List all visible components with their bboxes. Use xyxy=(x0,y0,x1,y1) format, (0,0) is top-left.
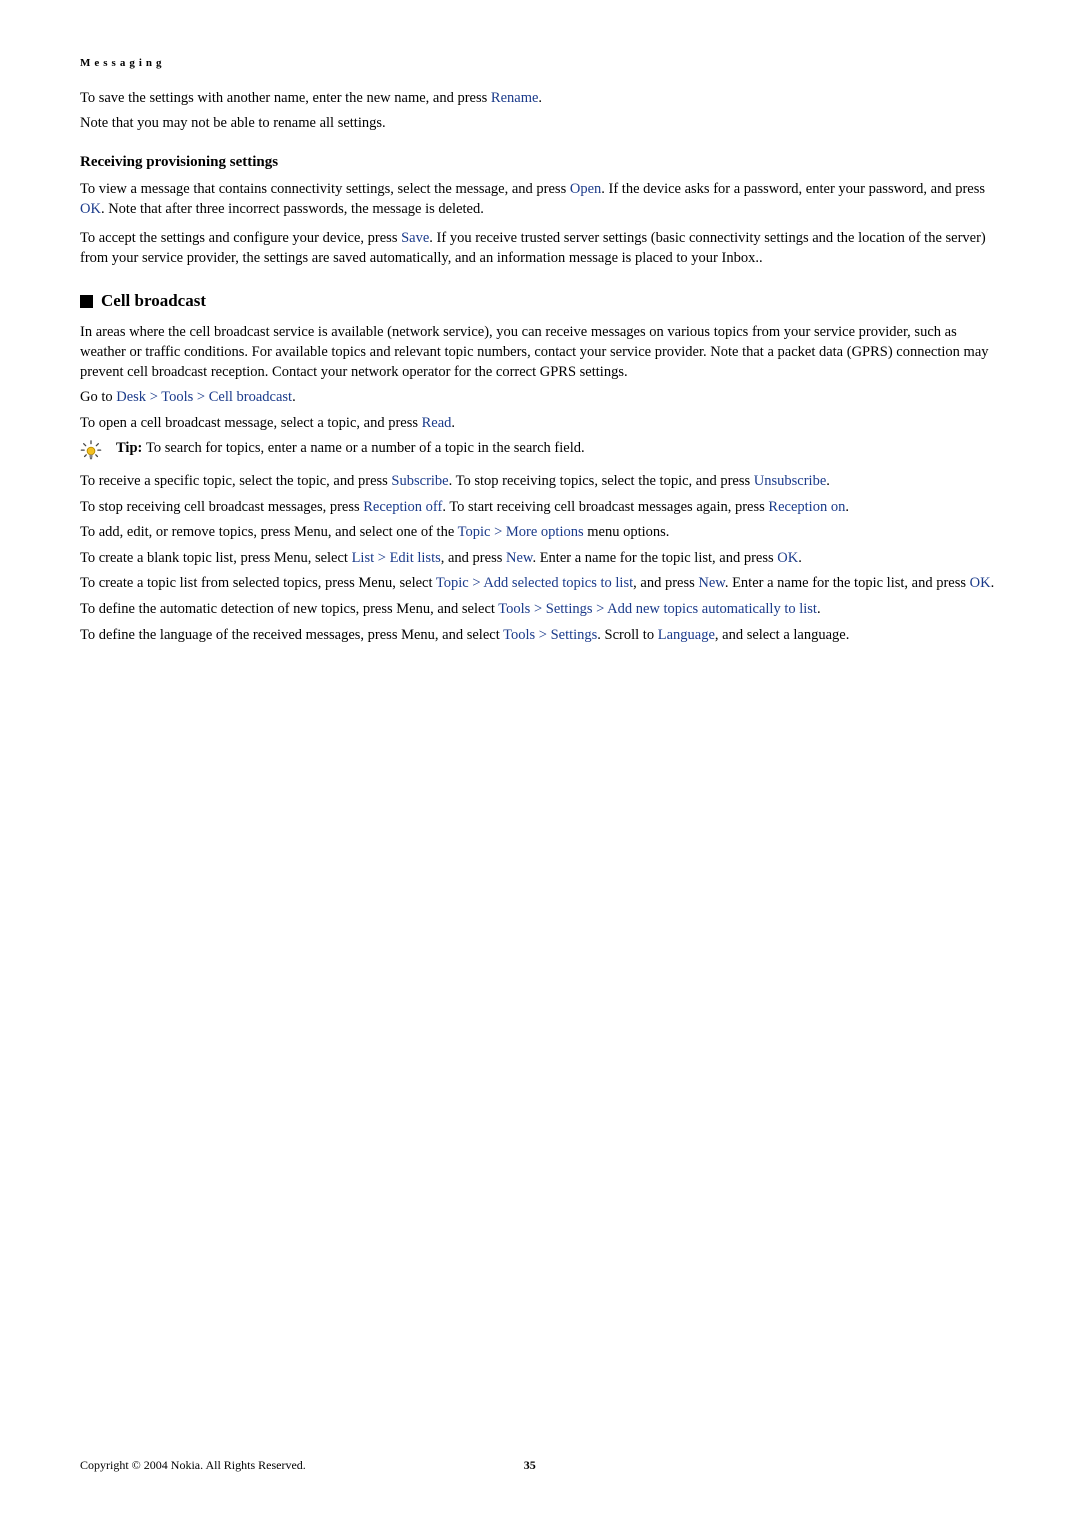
nav-tools: Tools xyxy=(161,389,193,405)
text: To open a cell broadcast message, select… xyxy=(80,415,422,431)
text: , and press xyxy=(441,550,506,566)
text: . To stop receiving topics, select the t… xyxy=(449,473,754,489)
paragraph: To define the language of the received m… xyxy=(80,626,1000,646)
menu-settings: Settings xyxy=(551,627,598,643)
text: . Enter a name for the topic list, and p… xyxy=(725,575,970,591)
text: , and press xyxy=(633,575,698,591)
nav-cell-broadcast: Cell broadcast xyxy=(209,389,292,405)
heading-provisioning: Receiving provisioning settings xyxy=(80,152,1000,172)
paragraph: To add, edit, or remove topics, press Me… xyxy=(80,523,1000,543)
text: To search for topics, enter a name or a … xyxy=(146,440,585,456)
menu-add-selected: Add selected topics to list xyxy=(483,575,633,591)
tip-label: Tip: xyxy=(116,440,146,456)
action-unsubscribe: Unsubscribe xyxy=(754,473,827,489)
paragraph: To create a blank topic list, press Menu… xyxy=(80,549,1000,569)
action-new: New xyxy=(506,550,532,566)
paragraph: Note that you may not be able to rename … xyxy=(80,114,1000,134)
chevron-right-icon: > xyxy=(150,389,158,405)
paragraph: In areas where the cell broadcast servic… xyxy=(80,323,1000,382)
menu-list: List xyxy=(352,550,375,566)
action-ok: OK xyxy=(80,201,101,217)
text: To define the language of the received m… xyxy=(80,627,503,643)
tip-lightbulb-icon xyxy=(80,440,102,462)
paragraph: To stop receiving cell broadcast message… xyxy=(80,498,1000,518)
paragraph: To view a message that contains connecti… xyxy=(80,180,1000,219)
text: . xyxy=(991,575,995,591)
text: Go to xyxy=(80,389,116,405)
text: To stop receiving cell broadcast message… xyxy=(80,499,363,515)
action-subscribe: Subscribe xyxy=(391,473,448,489)
chevron-right-icon: > xyxy=(534,601,542,617)
action-read: Read xyxy=(422,415,452,431)
action-ok: OK xyxy=(777,550,798,566)
chevron-right-icon: > xyxy=(596,601,604,617)
text: . Scroll to xyxy=(597,627,657,643)
text: To save the settings with another name, … xyxy=(80,90,491,106)
nav-path: Go to Desk > Tools > Cell broadcast. xyxy=(80,388,1000,408)
action-save: Save xyxy=(401,230,429,246)
action-reception-on: Reception on xyxy=(768,499,845,515)
text: To define the automatic detection of new… xyxy=(80,601,498,617)
paragraph: To save the settings with another name, … xyxy=(80,89,1000,109)
action-rename: Rename xyxy=(491,90,539,106)
tip-block: Tip: To search for topics, enter a name … xyxy=(80,439,1000,462)
menu-settings: Settings xyxy=(546,601,593,617)
text: . xyxy=(826,473,830,489)
text: To create a blank topic list, press Menu… xyxy=(80,550,352,566)
page-header: Messaging xyxy=(80,56,1000,71)
text: . xyxy=(538,90,542,106)
tip-text: Tip: To search for topics, enter a name … xyxy=(116,439,1000,459)
text: To create a topic list from selected top… xyxy=(80,575,436,591)
chevron-right-icon: > xyxy=(472,575,480,591)
square-bullet-icon xyxy=(80,295,93,308)
paragraph: To create a topic list from selected top… xyxy=(80,574,1000,594)
nav-desk: Desk xyxy=(116,389,146,405)
menu-tools: Tools xyxy=(498,601,530,617)
action-open: Open xyxy=(570,181,601,197)
field-language: Language xyxy=(658,627,715,643)
text: . Enter a name for the topic list, and p… xyxy=(532,550,777,566)
action-ok: OK xyxy=(970,575,991,591)
text: To receive a specific topic, select the … xyxy=(80,473,391,489)
chevron-right-icon: > xyxy=(494,524,502,540)
action-new: New xyxy=(698,575,724,591)
action-reception-off: Reception off xyxy=(363,499,442,515)
text: . If the device asks for a password, ent… xyxy=(601,181,985,197)
text: To view a message that contains connecti… xyxy=(80,181,570,197)
menu-add-new-auto: Add new topics automatically to list xyxy=(607,601,817,617)
copyright-text: Copyright © 2004 Nokia. All Rights Reser… xyxy=(80,1458,306,1473)
page-content: Messaging To save the settings with anot… xyxy=(0,0,1080,691)
paragraph: To open a cell broadcast message, select… xyxy=(80,414,1000,434)
menu-more-options: More options xyxy=(506,524,584,540)
paragraph: To define the automatic detection of new… xyxy=(80,600,1000,620)
page-footer: Copyright © 2004 Nokia. All Rights Reser… xyxy=(80,1458,1000,1473)
text: . xyxy=(292,389,296,405)
heading-label: Cell broadcast xyxy=(101,290,206,313)
menu-edit-lists: Edit lists xyxy=(390,550,441,566)
text: . Note that after three incorrect passwo… xyxy=(101,201,484,217)
menu-topic: Topic xyxy=(436,575,469,591)
text: . xyxy=(817,601,821,617)
text: . xyxy=(798,550,802,566)
text: . To start receiving cell broadcast mess… xyxy=(442,499,768,515)
text: , and select a language. xyxy=(715,627,849,643)
text: To accept the settings and configure you… xyxy=(80,230,401,246)
paragraph: To receive a specific topic, select the … xyxy=(80,472,1000,492)
chevron-right-icon: > xyxy=(378,550,386,566)
chevron-right-icon: > xyxy=(539,627,547,643)
text: . xyxy=(845,499,849,515)
menu-tools: Tools xyxy=(503,627,535,643)
chevron-right-icon: > xyxy=(197,389,205,405)
menu-topic: Topic xyxy=(458,524,491,540)
page-number: 35 xyxy=(524,1458,536,1473)
heading-cell-broadcast: Cell broadcast xyxy=(80,290,1000,313)
text: menu options. xyxy=(584,524,670,540)
paragraph: To accept the settings and configure you… xyxy=(80,229,1000,268)
text: . xyxy=(451,415,455,431)
text: To add, edit, or remove topics, press Me… xyxy=(80,524,458,540)
